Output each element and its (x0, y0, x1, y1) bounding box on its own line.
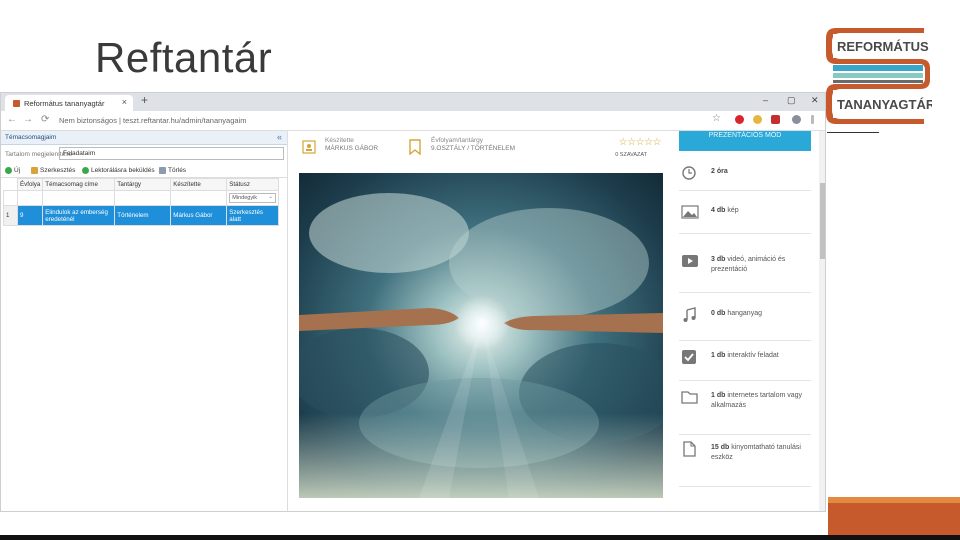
presentation-slide: Reftantár REFORMÁTUS TANANYAGTÁR Reformá… (0, 0, 960, 540)
logo-underline (827, 132, 879, 133)
page-scrollbar[interactable] (819, 131, 825, 511)
add-icon (5, 167, 12, 174)
subject-name: 9.OSZTÁLY / TÖRTÉNELEM (431, 145, 516, 152)
hero-image (299, 173, 663, 498)
content-filter: Tartalom megjelenítése Feladataim (1, 145, 287, 163)
row-title: Elindulok az emberség eredeténél (42, 205, 116, 226)
close-window-icon[interactable]: ✕ (811, 95, 819, 106)
bookmark-icon (409, 139, 421, 155)
slide-title: Reftantár (95, 34, 273, 81)
star-rating[interactable]: ☆☆☆☆☆ (619, 137, 662, 148)
scrollbar-thumb[interactable] (820, 183, 825, 259)
stat-audio: 0 db hanganyag (679, 307, 811, 341)
stats-panel: PREZENTÁCIÓS MÓD 2 óra 4 db kép 3 db vid… (673, 131, 819, 511)
clock-icon (682, 166, 696, 180)
table-row[interactable]: 1 9 Elindulok az emberség eredeténél Tör… (3, 205, 279, 226)
document-icon (683, 441, 696, 457)
collapse-icon[interactable]: « (277, 132, 282, 142)
row-subject: Történelem (114, 205, 172, 226)
forward-icon[interactable]: → (23, 114, 33, 125)
column-header[interactable]: Tantárgy (114, 178, 172, 191)
stat-internet: 1 db internetes tartalom vagy alkalmazás (679, 389, 811, 435)
menu-icon[interactable] (811, 115, 814, 124)
video-icon (682, 255, 698, 267)
orange-accent-strip (828, 497, 960, 503)
admin-panel-header: Témacsomagjaim « (1, 131, 287, 145)
row-grade: 9 (16, 205, 44, 226)
subject-label: Évfolyam/tantárgy (431, 137, 484, 144)
image-icon (681, 205, 699, 219)
admin-panel: Témacsomagjaim « Tartalom megjelenítése … (1, 131, 288, 511)
delete-button[interactable]: Törlés (168, 167, 186, 174)
url-field[interactable]: Nem biztonságos | teszt.reftantar.hu/adm… (59, 116, 246, 125)
send-review-button[interactable]: Lektorálásra beküldés (91, 167, 155, 174)
author-name: MÁRKUS GÁBOR (325, 145, 379, 152)
reftantar-logo: REFORMÁTUS TANANYAGTÁR (826, 28, 932, 124)
stat-videos: 3 db videó, animáció és prezentáció (679, 253, 811, 293)
column-header[interactable]: Készítette (170, 178, 228, 191)
column-header[interactable]: Témacsomag címe (42, 178, 116, 191)
new-tab-icon[interactable]: + (141, 93, 148, 107)
column-header[interactable]: Évfolya (16, 178, 44, 191)
edit-icon (31, 167, 38, 174)
adblock-icon[interactable] (771, 115, 780, 124)
back-icon[interactable]: ← (7, 114, 17, 125)
presentation-mode-button[interactable]: PREZENTÁCIÓS MÓD (679, 131, 811, 151)
address-bar: ← → ⟳ Nem biztonságos | teszt.reftantar.… (1, 111, 825, 131)
tab-title: Református tananyagtár (24, 99, 105, 108)
packages-table: Évfolya Témacsomag címe Tantárgy Készíte… (3, 178, 279, 226)
table-filter-row: Mindegyik ⌄ (3, 190, 279, 206)
filter-select[interactable]: Feladataim (59, 147, 284, 160)
orange-accent-block (828, 497, 960, 540)
chevron-down-icon: ⌄ (268, 194, 273, 200)
course-page: Készítette MÁRKUS GÁBOR Évfolyam/tantárg… (288, 131, 673, 511)
logo-text-top: REFORMÁTUS (837, 39, 929, 54)
row-status: Szerkesztés alatt (226, 205, 279, 226)
bookmark-star-icon[interactable]: ☆ (712, 113, 721, 124)
check-icon (682, 350, 696, 364)
status-filter-value: Mindegyik (232, 195, 258, 201)
close-tab-icon[interactable]: × (122, 97, 127, 107)
browser-tab[interactable]: Református tananyagtár × (5, 95, 133, 111)
opera-icon[interactable] (735, 115, 744, 124)
delete-icon (159, 167, 166, 174)
minimize-icon[interactable]: – (763, 95, 768, 105)
author-label: Készítette (325, 137, 354, 144)
subject-meta: Évfolyam/tantárgy 9.OSZTÁLY / TÖRTÉNELEM (431, 137, 515, 153)
edit-button[interactable]: Szerkesztés (40, 167, 75, 174)
music-icon (683, 307, 696, 322)
author-icon (302, 140, 316, 154)
status-filter-select[interactable]: Mindegyik ⌄ (229, 193, 276, 203)
send-icon (82, 167, 89, 174)
row-number: 1 (3, 205, 18, 226)
favicon-icon (13, 100, 20, 107)
reload-icon[interactable]: ⟳ (41, 114, 49, 125)
rating-count: 0 SZAVAZAT (615, 152, 647, 158)
logo-text-bottom: TANANYAGTÁR (837, 97, 932, 112)
column-header[interactable]: Státusz (226, 178, 279, 191)
stat-images: 4 db kép (679, 204, 811, 234)
stat-duration: 2 óra (679, 165, 811, 191)
stat-interactive: 1 db interaktív feladat (679, 349, 811, 381)
tab-bar: Református tananyagtár × + – ▢ ✕ (1, 93, 825, 111)
browser-window: Református tananyagtár × + – ▢ ✕ ← → ⟳ N… (0, 92, 826, 512)
stat-printable: 15 db kinyomtatható tanulási eszköz (679, 441, 811, 487)
new-button[interactable]: Új (14, 167, 20, 174)
table-header-row: Évfolya Témacsomag címe Tantárgy Készíte… (3, 178, 279, 191)
extension-icon[interactable] (753, 115, 762, 124)
admin-toolbar: Új Szerkesztés Lektorálásra beküldés Tör… (1, 163, 287, 178)
folder-icon (681, 391, 698, 404)
author-meta: Készítette MÁRKUS GÁBOR (325, 137, 378, 153)
maximize-icon[interactable]: ▢ (787, 95, 796, 106)
bottom-bar (0, 535, 960, 540)
admin-panel-title: Témacsomagjaim (5, 134, 57, 141)
row-author: Márkus Gábor (170, 205, 228, 226)
avatar[interactable] (792, 115, 801, 124)
